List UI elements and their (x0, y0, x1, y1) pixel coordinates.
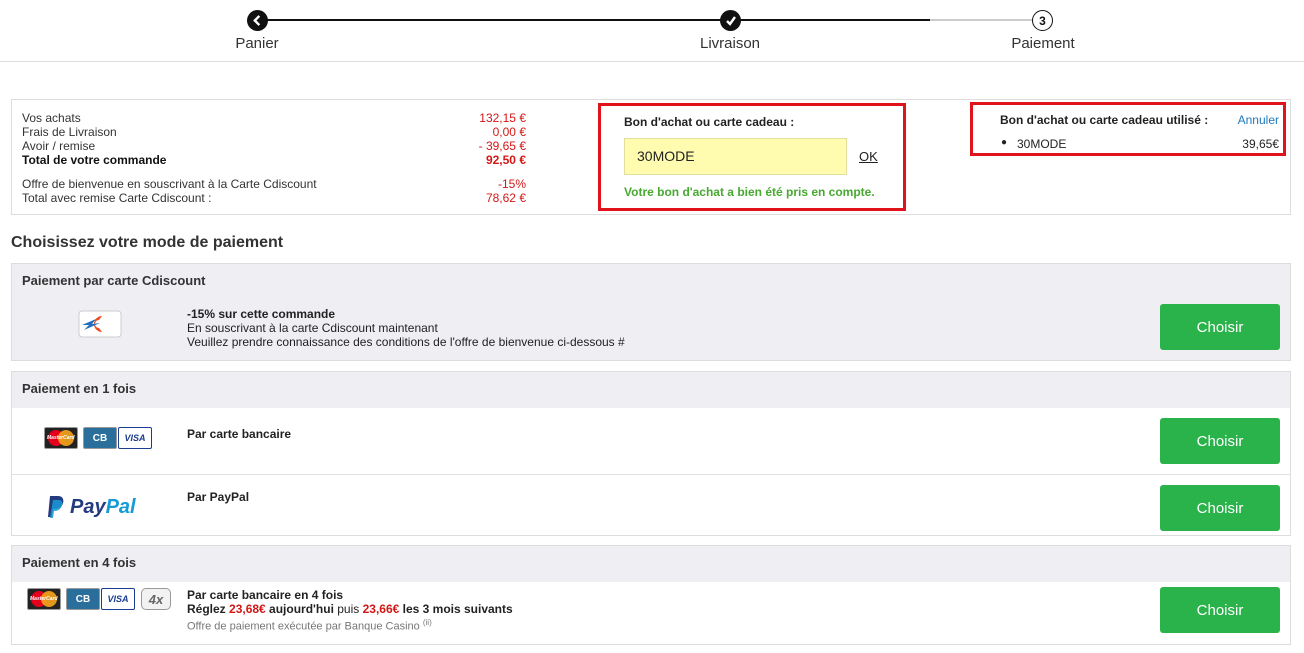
cdiscount-line: En souscrivant à la carte Cdiscount main… (187, 321, 438, 335)
order-summary: Vos achats 132,15 € Frais de Livraison 0… (11, 99, 1291, 215)
used-voucher-code: 30MODE (1017, 137, 1067, 151)
stepper-progress-line (257, 19, 930, 21)
four-times-title: Par carte bancaire en 4 fois (187, 588, 344, 602)
payment-block-four: Paiement en 4 fois MasterCard CB VISA 4x… (11, 545, 1291, 645)
payment-block-once: Paiement en 1 fois MasterCard CB VISA Pa… (11, 371, 1291, 536)
summary-label: Total avec remise Carte Cdiscount : (22, 191, 212, 205)
voucher-title: Bon d'achat ou carte cadeau : (624, 115, 795, 129)
cb-card-icon: CB (66, 588, 100, 610)
voucher-ok-button[interactable]: OK (859, 149, 878, 164)
next-installment-amount: 23,66€ (362, 602, 400, 616)
four-times-icon: 4x (141, 588, 171, 610)
paypal-option-label: Par PayPal (187, 490, 250, 504)
choose-cdiscount-button[interactable]: Choisir (1160, 304, 1280, 350)
visa-icon: VISA (101, 588, 135, 610)
summary-row: Frais de Livraison 0,00 € (22, 125, 526, 139)
checkout-stepper: Panier Livraison 3 Paiement (0, 0, 1304, 62)
summary-value: 78,62 € (485, 191, 526, 205)
summary-total-row: Total de votre commande 92,50 € (22, 153, 526, 167)
first-installment-amount: 23,68€ (229, 602, 266, 616)
choose-four-times-button[interactable]: Choisir (1160, 587, 1280, 633)
visa-icon: VISA (118, 427, 152, 449)
summary-label: Frais de Livraison (22, 125, 117, 139)
summary-label: Avoir / remise (22, 139, 96, 153)
payment-option-paypal: Pay Pal Par PayPal Choisir (12, 474, 1290, 540)
step-back-icon[interactable] (247, 10, 268, 31)
cdiscount-conditions: Veuillez prendre connaissance des condit… (187, 335, 625, 349)
summary-row: Offre de bienvenue en souscrivant à la C… (22, 177, 526, 191)
mastercard-icon: MasterCard (44, 427, 78, 449)
summary-label: Offre de bienvenue en souscrivant à la C… (22, 177, 317, 191)
step-label-panier[interactable]: Panier (235, 35, 278, 52)
summary-value: 132,15 € (479, 111, 526, 125)
summary-row: Total avec remise Carte Cdiscount : 78,6… (22, 191, 526, 205)
payment-block-header: Paiement en 4 fois (12, 546, 1290, 582)
summary-total-label: Total de votre commande (22, 153, 167, 167)
used-voucher-title: Bon d'achat ou carte cadeau utilisé : (1000, 113, 1209, 127)
step-label-livraison[interactable]: Livraison (700, 35, 760, 52)
bullet-icon: ● (1001, 137, 1008, 148)
stepper-remaining-line (930, 19, 1042, 21)
step-label-paiement: Paiement (1011, 35, 1075, 52)
summary-value: -15% (497, 177, 526, 191)
summary-row: Avoir / remise - 39,65 € (22, 139, 526, 153)
summary-value: - 39,65 € (478, 139, 526, 153)
summary-label: Vos achats (22, 111, 81, 125)
summary-row: Vos achats 132,15 € (22, 111, 526, 125)
cdiscount-description: -15% sur cette commande En souscrivant à… (187, 307, 625, 349)
mastercard-icon: MasterCard (27, 588, 61, 610)
payment-section-title: Choisissez votre mode de paiement (11, 234, 284, 251)
step-number-badge: 3 (1032, 10, 1053, 31)
paypal-logo-icon: Pay Pal (46, 492, 136, 522)
four-times-schedule: Réglez 23,68€ aujourd'hui puis 23,66€ le… (187, 602, 513, 616)
cb-card-icon: CB (83, 427, 117, 449)
used-voucher-amount: 39,65€ (1242, 137, 1279, 151)
card-option-label: Par carte bancaire (187, 427, 292, 441)
payment-block-header: Paiement par carte Cdiscount (12, 264, 1290, 300)
choose-card-button[interactable]: Choisir (1160, 418, 1280, 464)
payment-option-card: MasterCard CB VISA Par carte bancaire Ch… (12, 408, 1290, 474)
choose-paypal-button[interactable]: Choisir (1160, 485, 1280, 531)
summary-value: 0,00 € (492, 125, 526, 139)
voucher-code-input[interactable]: 30MODE (624, 138, 847, 175)
step-check-icon (720, 10, 741, 31)
summary-total-value: 92,50 € (485, 153, 526, 167)
cdiscount-card-logo (78, 310, 122, 338)
used-voucher-panel: Bon d'achat ou carte cadeau utilisé : An… (970, 102, 1286, 156)
four-times-note: Offre de paiement exécutée par Banque Ca… (187, 618, 432, 633)
payment-block-header: Paiement en 1 fois (12, 372, 1290, 408)
used-voucher-cancel-link[interactable]: Annuler (1238, 113, 1279, 127)
voucher-panel: Bon d'achat ou carte cadeau : 30MODE OK … (598, 103, 906, 211)
voucher-success-message: Votre bon d'achat a bien été pris en com… (624, 185, 875, 199)
four-times-description: Par carte bancaire en 4 fois Réglez 23,6… (187, 588, 513, 634)
payment-block-cdiscount: Paiement par carte Cdiscount -15% sur ce… (11, 263, 1291, 361)
cdiscount-offer: -15% sur cette commande (187, 307, 336, 321)
